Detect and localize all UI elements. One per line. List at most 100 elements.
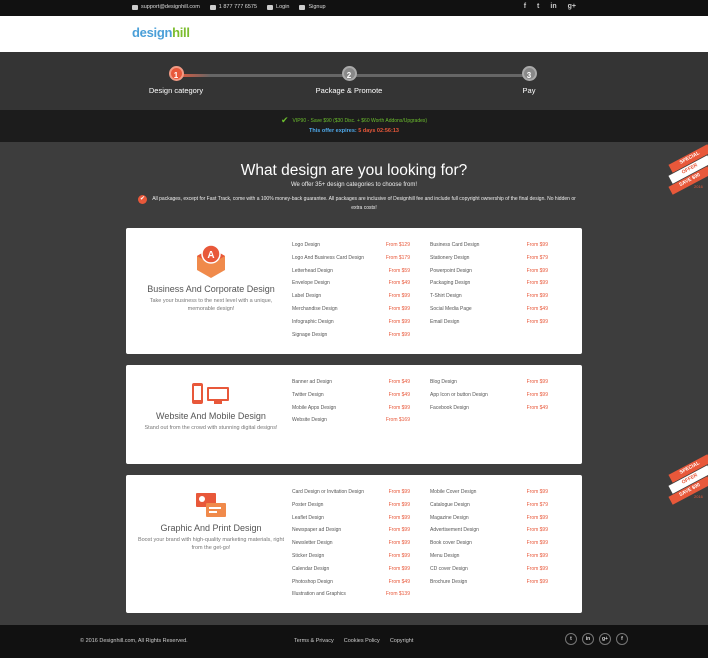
service-item[interactable]: Catalogue Design From $79 <box>430 502 548 508</box>
service-price: From $79 <box>526 254 548 261</box>
service-price: From $49 <box>388 391 410 398</box>
googleplus-icon[interactable]: g+ <box>599 633 611 645</box>
service-name: Social Media Page <box>430 306 472 312</box>
twitter-icon[interactable]: t <box>565 633 577 645</box>
category-summary: A Business And Corporate Design Take you… <box>136 240 286 313</box>
user-icon <box>299 4 306 10</box>
service-item[interactable]: Powerpoint Design From $99 <box>430 268 548 274</box>
logo[interactable]: designhill <box>132 25 190 40</box>
service-name: Brochure Design <box>430 578 468 585</box>
email-link[interactable]: support@designhill.com <box>132 4 200 10</box>
category-summary: Website And Mobile Design Stand out from… <box>136 381 286 432</box>
signup-link[interactable]: Signup <box>299 4 326 10</box>
guarantee-note: ✔ All packages, except for Fast Track, c… <box>138 195 576 211</box>
service-item[interactable]: Advertisement Design From $99 <box>430 527 548 533</box>
service-item[interactable]: Poster Design From $99 <box>292 502 410 508</box>
service-item[interactable]: Business Card Design From $99 <box>430 242 548 248</box>
service-name: Photoshop Design <box>292 578 333 585</box>
service-item[interactable]: Facebook Design From $49 <box>430 405 548 411</box>
service-price: From $99 <box>526 379 548 385</box>
category-description: Boost your brand with high-quality marke… <box>137 537 285 551</box>
service-item[interactable]: Magazine Design From $99 <box>430 515 548 521</box>
service-item[interactable]: Social Media Page From $49 <box>430 306 548 312</box>
service-item[interactable]: Leaflet Design From $99 <box>292 515 410 521</box>
service-name: Book cover Design <box>430 540 472 547</box>
service-item[interactable]: App Icon or button Design From $99 <box>430 392 548 398</box>
copyright-link[interactable]: Copyright <box>390 638 414 644</box>
linkedin-icon[interactable]: in <box>550 3 556 10</box>
category-card-graphic[interactable]: Graphic And Print Design Boost your bran… <box>126 475 582 613</box>
service-item[interactable]: Email Design From $99 <box>430 319 548 325</box>
service-item[interactable]: Logo Design From $129 <box>292 242 410 248</box>
facebook-icon[interactable]: f <box>524 3 526 10</box>
category-summary: Graphic And Print Design Boost your bran… <box>136 491 286 552</box>
top-bar: support@designhill.com 1 877 777 6575 Lo… <box>0 0 708 16</box>
service-item[interactable]: Logo And Business Card Design From $179 <box>292 255 410 261</box>
service-item[interactable]: Book cover Design From $99 <box>430 540 548 546</box>
service-item[interactable]: Envelope Design From $49 <box>292 280 410 286</box>
service-item[interactable]: Twitter Design From $49 <box>292 392 410 398</box>
service-price: From $139 <box>385 591 410 598</box>
service-item[interactable]: Menu Design From $99 <box>430 553 548 559</box>
service-price: From $99 <box>388 514 410 521</box>
facebook-icon[interactable]: f <box>616 633 628 645</box>
special-offer-ribbon: SPECIAL OFFER SAVE $90 2016 <box>664 144 708 195</box>
service-name: Banner ad Design <box>292 379 333 385</box>
service-item[interactable]: Photoshop Design From $49 <box>292 579 410 585</box>
service-price: From $99 <box>388 404 410 411</box>
service-item[interactable]: Blog Design From $99 <box>430 379 548 385</box>
service-name: Envelope Design <box>292 280 330 287</box>
service-item[interactable]: Card Design or Invitation Design From $99 <box>292 489 410 495</box>
service-item[interactable]: Merchandise Design From $99 <box>292 306 410 312</box>
category-card-business[interactable]: A Business And Corporate Design Take you… <box>126 228 582 354</box>
service-item[interactable]: T-Shirt Design From $99 <box>430 293 548 299</box>
service-item[interactable]: Sticker Design From $99 <box>292 553 410 559</box>
service-name: Leaflet Design <box>292 514 324 521</box>
service-item[interactable]: Packaging Design From $99 <box>430 280 548 286</box>
service-price: From $99 <box>526 527 548 534</box>
service-item[interactable]: Label Design From $99 <box>292 293 410 299</box>
terms-link[interactable]: Terms & Privacy <box>294 638 334 644</box>
service-price: From $49 <box>388 379 410 385</box>
service-price: From $59 <box>388 267 410 274</box>
service-name: Mobile Cover Design <box>430 489 477 495</box>
service-item[interactable]: Mobile Cover Design From $99 <box>430 489 548 495</box>
service-price: From $99 <box>388 293 410 300</box>
service-item[interactable]: Illustration and Graphics From $139 <box>292 591 410 597</box>
service-item[interactable]: Signage Design From $99 <box>292 332 410 338</box>
service-name: Card Design or Invitation Design <box>292 489 364 495</box>
special-offer-ribbon: SPECIAL OFFER SAVE $90 2016 <box>664 454 708 505</box>
login-link[interactable]: Login <box>267 4 289 10</box>
service-name: Logo And Business Card Design <box>292 254 364 261</box>
service-item[interactable]: Banner ad Design From $49 <box>292 379 410 385</box>
service-name: Magazine Design <box>430 514 469 521</box>
service-price: From $99 <box>526 280 548 287</box>
service-price: From $169 <box>385 417 410 424</box>
category-title: Website And Mobile Design <box>156 411 266 421</box>
phone-icon <box>209 4 216 10</box>
service-price: From $99 <box>526 318 548 325</box>
service-price: From $99 <box>388 331 410 338</box>
service-item[interactable]: Newspaper ad Design From $99 <box>292 527 410 533</box>
service-item[interactable]: CD cover Design From $99 <box>430 566 548 572</box>
service-item[interactable]: Newsletter Design From $99 <box>292 540 410 546</box>
service-item[interactable]: Mobile Apps Design From $99 <box>292 405 410 411</box>
step-number: 1 <box>168 66 184 81</box>
googleplus-icon[interactable]: g+ <box>568 3 576 10</box>
service-item[interactable]: Infographic Design From $99 <box>292 319 410 325</box>
service-name: Menu Design <box>430 553 460 559</box>
service-price: From $99 <box>388 527 410 534</box>
service-item[interactable]: Stationery Design From $79 <box>430 255 548 261</box>
cookies-link[interactable]: Cookies Policy <box>344 638 380 644</box>
service-price: From $99 <box>388 501 410 508</box>
service-item[interactable]: Calendar Design From $99 <box>292 566 410 572</box>
service-item[interactable]: Brochure Design From $99 <box>430 579 548 585</box>
linkedin-icon[interactable]: in <box>582 633 594 645</box>
service-item[interactable]: Letterhead Design From $59 <box>292 268 410 274</box>
category-card-website[interactable]: Website And Mobile Design Stand out from… <box>126 365 582 464</box>
twitter-icon[interactable]: t <box>537 3 539 10</box>
service-item[interactable]: Website Design From $169 <box>292 417 410 423</box>
service-name: Email Design <box>430 318 460 325</box>
service-name: Label Design <box>292 293 322 300</box>
footer: © 2016 Designhill.com, All Rights Reserv… <box>0 625 708 658</box>
